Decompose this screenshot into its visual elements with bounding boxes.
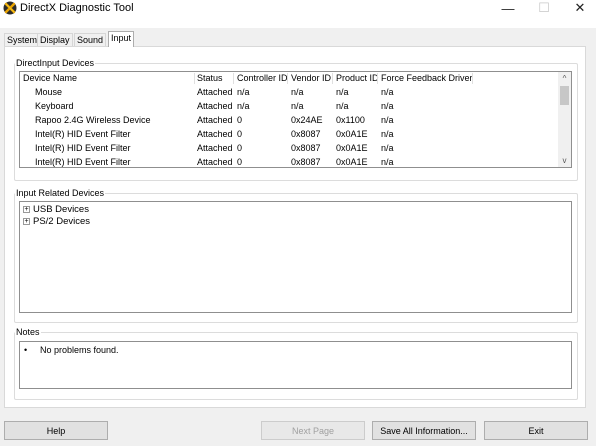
device-vendor-id: n/a	[291, 87, 304, 97]
tab-sound[interactable]: Sound	[74, 33, 107, 47]
device-status: Attached	[197, 129, 233, 139]
exit-button[interactable]: Exit	[484, 421, 588, 440]
notes-group: Notes • No problems found.	[14, 327, 578, 400]
device-product-id: 0x0A1E	[336, 129, 368, 139]
device-list-scrollbar[interactable]: ^ v	[558, 72, 571, 167]
directinput-devices-label: DirectInput Devices	[15, 58, 96, 68]
column-header-vendor-id[interactable]: Vendor ID	[291, 72, 331, 85]
device-controller-id: 0	[237, 143, 243, 153]
device-name: Rapoo 2.4G Wireless Device	[35, 115, 151, 125]
device-product-id: n/a	[336, 101, 349, 111]
device-vendor-id: 0x8087	[291, 129, 321, 139]
directx-x-icon	[3, 1, 17, 15]
device-name: Mouse	[35, 87, 63, 97]
input-tab-panel: DirectInput Devices Device Name Status C…	[4, 46, 586, 408]
device-name: Intel(R) HID Event Filter	[35, 129, 131, 139]
device-ff-driver: n/a	[381, 87, 394, 97]
column-header-product-id[interactable]: Product ID	[336, 72, 379, 85]
tab-input[interactable]: Input	[108, 31, 135, 47]
device-product-id: 0x0A1E	[336, 143, 368, 153]
next-page-button[interactable]: Next Page	[261, 421, 365, 440]
scroll-up-icon[interactable]: ^	[558, 72, 571, 85]
device-status: Attached	[197, 143, 233, 153]
device-product-id: 0x1100	[336, 115, 365, 125]
input-related-devices-group: Input Related Devices + USB Devices + PS…	[14, 188, 578, 323]
directinput-device-list[interactable]: Device Name Status Controller ID Vendor …	[19, 71, 572, 168]
tree-item-label: PS/2 Devices	[33, 216, 91, 227]
device-vendor-id: 0x24AE	[291, 115, 323, 125]
input-related-devices-label: Input Related Devices	[15, 188, 106, 198]
device-list-header: Device Name Status Controller ID Vendor …	[20, 72, 560, 86]
device-status: Attached	[197, 87, 233, 97]
column-header-status[interactable]: Status	[197, 72, 223, 85]
column-header-force-feedback-driver[interactable]: Force Feedback Driver	[381, 72, 473, 85]
notes-text: No problems found.	[40, 345, 119, 355]
device-controller-id: 0	[237, 115, 243, 125]
device-ff-driver: n/a	[381, 129, 394, 139]
column-header-controller-id[interactable]: Controller ID	[237, 72, 288, 85]
help-button[interactable]: Help	[4, 421, 108, 440]
device-controller-id: n/a	[237, 87, 250, 97]
device-product-id: n/a	[336, 87, 349, 97]
notes-box[interactable]: • No problems found.	[19, 341, 572, 389]
device-name: Intel(R) HID Event Filter	[35, 157, 131, 167]
bullet: •	[24, 345, 28, 355]
scroll-thumb[interactable]	[560, 86, 569, 105]
input-related-device-tree[interactable]: + USB Devices + PS/2 Devices	[19, 201, 572, 313]
device-ff-driver: n/a	[381, 101, 394, 111]
device-vendor-id: 0x8087	[291, 143, 321, 153]
save-all-information-button[interactable]: Save All Information...	[372, 421, 476, 440]
plus-box-icon[interactable]: +	[23, 218, 30, 225]
device-product-id: 0x0A1E	[336, 157, 368, 167]
column-header-device-name[interactable]: Device Name	[23, 72, 77, 85]
device-name: Keyboard	[35, 101, 74, 111]
device-name: Intel(R) HID Event Filter	[35, 143, 131, 153]
device-status: Attached	[197, 157, 233, 167]
device-ff-driver: n/a	[381, 143, 394, 153]
device-status: Attached	[197, 115, 233, 125]
device-ff-driver: n/a	[381, 157, 394, 167]
tab-system[interactable]: System	[4, 33, 41, 47]
device-status: Attached	[197, 101, 233, 111]
scroll-down-icon[interactable]: v	[558, 154, 571, 167]
minimize-button[interactable]: —	[490, 0, 526, 16]
device-ff-driver: n/a	[381, 115, 394, 125]
device-controller-id: 0	[237, 157, 243, 167]
device-controller-id: 0	[237, 129, 243, 139]
maximize-button[interactable]: ☐	[526, 0, 562, 16]
tab-display[interactable]: Display	[37, 33, 73, 47]
device-controller-id: n/a	[237, 101, 250, 111]
device-vendor-id: 0x8087	[291, 157, 321, 167]
directinput-devices-group: DirectInput Devices Device Name Status C…	[14, 58, 578, 181]
device-vendor-id: n/a	[291, 101, 304, 111]
notes-label: Notes	[15, 327, 41, 337]
plus-box-icon[interactable]: +	[23, 206, 30, 213]
window-title: DirectX Diagnostic Tool	[20, 2, 134, 14]
title-bar: DirectX Diagnostic Tool — ☐ ✕	[0, 0, 596, 28]
close-button[interactable]: ✕	[562, 0, 596, 16]
